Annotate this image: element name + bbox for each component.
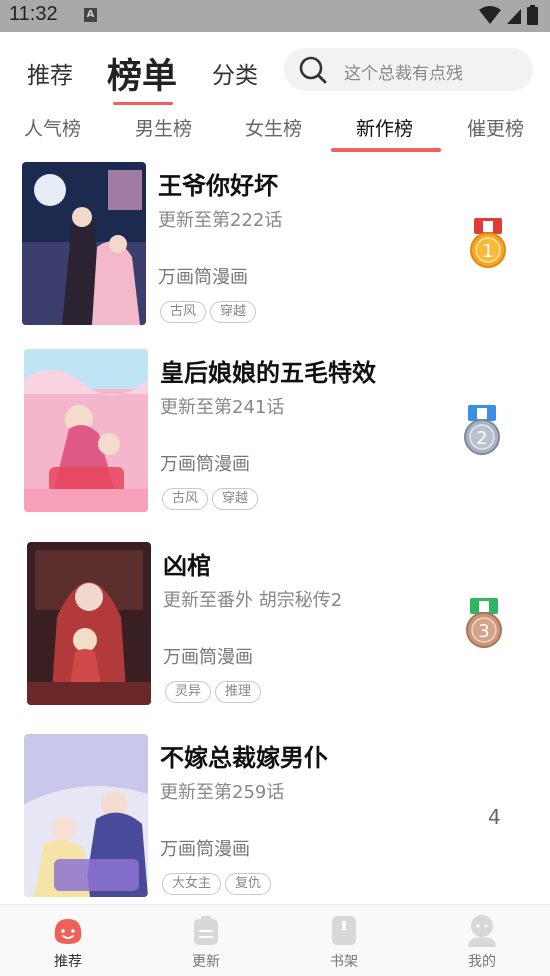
bottom-nav-label: 更新	[192, 954, 220, 970]
comic-publisher: 万画筒漫画	[160, 454, 250, 475]
active-tab-indicator	[113, 102, 173, 105]
bottom-nav-label: 推荐	[54, 954, 82, 970]
tag: 穿越	[210, 301, 257, 323]
search-icon	[299, 56, 327, 84]
tag: 灵异	[165, 681, 212, 703]
status-time: 11:32	[9, 3, 58, 25]
svg-text:1: 1	[482, 241, 493, 262]
comic-cover[interactable]	[24, 734, 148, 897]
sub-tab-male[interactable]: 男生榜	[135, 114, 192, 141]
status-icons	[479, 5, 538, 25]
person-icon	[468, 915, 496, 947]
search-placeholder: 这个总裁有点残	[344, 64, 463, 84]
top-nav: 推荐 榜单 分类 这个总裁有点残	[0, 32, 550, 108]
bronze-medal-icon: 3	[466, 598, 502, 648]
comic-tags: 古风 穿越	[160, 301, 257, 323]
tag: 大女主	[162, 873, 222, 895]
smile-blob-icon	[54, 919, 82, 944]
comic-update: 更新至第259话	[160, 782, 285, 803]
tab-categories[interactable]: 分类	[212, 56, 258, 90]
comic-cover[interactable]	[27, 542, 151, 705]
sub-tab-urge[interactable]: 催更榜	[467, 114, 524, 141]
tab-rankings[interactable]: 榜单	[107, 48, 177, 99]
sub-tab-female[interactable]: 女生榜	[245, 114, 302, 141]
comic-cover[interactable]	[22, 162, 146, 325]
bottom-nav-label: 我的	[468, 954, 496, 970]
comic-list-item[interactable]: 不嫁总裁嫁男仆 更新至第259话 万画筒漫画 大女主 复仇 4	[0, 732, 550, 922]
tag: 复仇	[225, 873, 272, 895]
comic-tags: 灵异 推理	[165, 681, 262, 703]
comic-update: 更新至第241话	[160, 397, 285, 418]
tag: 古风	[160, 301, 207, 323]
comic-update: 更新至番外 胡宗秘传2	[163, 590, 343, 611]
sub-tab-popular[interactable]: 人气榜	[24, 114, 81, 141]
comic-list-item[interactable]: 皇后娘娘的五毛特效 更新至第241话 万画筒漫画 古风 穿越 2	[0, 347, 550, 537]
comic-update: 更新至第222话	[158, 210, 283, 231]
bottom-nav-label: 书架	[330, 954, 358, 970]
rank-number: 4	[488, 805, 501, 829]
bottom-nav-bookshelf[interactable]: 书架	[314, 913, 374, 971]
svg-text:2: 2	[476, 428, 487, 449]
bottom-nav-profile[interactable]: 我的	[452, 913, 512, 971]
bottom-nav-update[interactable]: 更新	[176, 913, 236, 971]
comic-title: 不嫁总裁嫁男仆	[160, 744, 328, 772]
active-sub-tab-indicator	[331, 148, 441, 152]
tag: 推理	[215, 681, 262, 703]
comic-list-item[interactable]: 王爷你好坏 更新至第222话 万画筒漫画 古风 穿越 1	[0, 160, 550, 350]
tag: 古风	[162, 488, 209, 510]
ranking-sub-tabs: 人气榜 男生榜 女生榜 新作榜 催更榜	[0, 108, 550, 154]
comic-publisher: 万画筒漫画	[160, 839, 250, 860]
tab-recommend[interactable]: 推荐	[27, 56, 73, 90]
comic-tags: 大女主 复仇	[162, 873, 272, 895]
tag: 穿越	[212, 488, 259, 510]
bottom-nav-recommend[interactable]: 推荐	[38, 913, 98, 971]
comic-list-item[interactable]: 凶棺 更新至番外 胡宗秘传2 万画筒漫画 灵异 推理 3	[0, 540, 550, 730]
status-bar: 11:32 A	[0, 0, 550, 32]
clipboard-icon	[194, 916, 218, 945]
comic-title: 凶棺	[163, 552, 211, 580]
comic-title: 王爷你好坏	[158, 172, 278, 200]
wifi-icon	[479, 6, 501, 24]
search-box[interactable]: 这个总裁有点残	[284, 48, 533, 91]
silver-medal-icon: 2	[464, 405, 500, 455]
notification-icon: A	[84, 8, 97, 22]
comic-publisher: 万画筒漫画	[163, 647, 253, 668]
battery-icon	[527, 5, 538, 25]
comic-title: 皇后娘娘的五毛特效	[160, 359, 376, 387]
svg-text:3: 3	[478, 621, 489, 642]
comic-tags: 古风 穿越	[162, 488, 259, 510]
signal-icon	[507, 9, 521, 24]
comic-cover[interactable]	[24, 349, 148, 512]
book-icon	[332, 916, 356, 945]
comic-publisher: 万画筒漫画	[158, 267, 248, 288]
bottom-nav: 推荐 更新 书架 我的	[0, 904, 550, 976]
gold-medal-icon: 1	[470, 218, 506, 268]
sub-tab-new[interactable]: 新作榜	[356, 114, 413, 141]
